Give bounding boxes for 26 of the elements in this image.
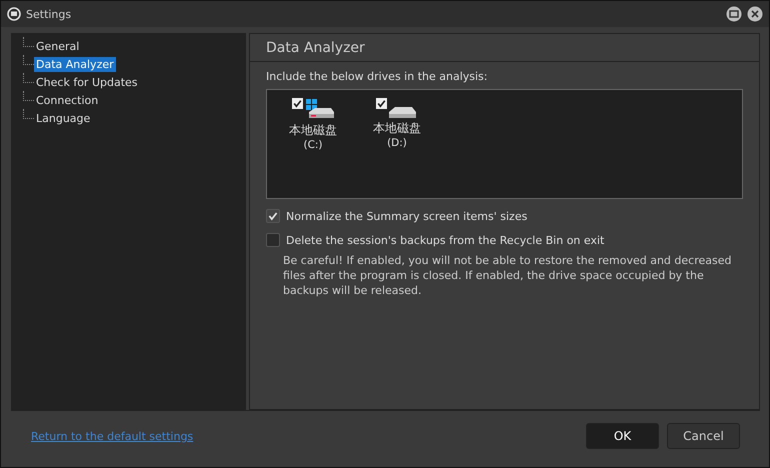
option-label[interactable]: Delete the session's backups from the Recycle Bin on exit (286, 234, 604, 246)
drives-label: Include the below drives in the analysis: (266, 70, 488, 83)
close-button[interactable] (747, 6, 763, 22)
cancel-button[interactable]: Cancel (667, 423, 740, 449)
option-checkbox[interactable] (266, 233, 280, 247)
app-icon (7, 7, 21, 21)
sidebar-item[interactable]: General (34, 38, 82, 54)
option-label[interactable]: Normalize the Summary screen items' sizes (286, 210, 528, 222)
drive-checkbox[interactable] (292, 98, 302, 109)
warning-text: Be careful! If enabled, you will not be able to restore the removed and decreased files after the program is closed. If enabled, the drive space occupied by the backups will be released. (283, 253, 732, 298)
sidebar-item[interactable]: Data Analyzer (34, 56, 116, 72)
sidebar-item[interactable]: Language (34, 110, 92, 126)
drive-name: 本地磁盘 (289, 122, 337, 139)
system-drive-icon (304, 98, 334, 120)
ok-button[interactable]: OK (586, 423, 659, 449)
window-title: Settings (26, 8, 72, 20)
panel-title: Data Analyzer (250, 34, 759, 62)
maximize-button[interactable] (726, 6, 742, 22)
sidebar-item[interactable]: Check for Updates (34, 74, 140, 90)
drive-icon (389, 107, 416, 118)
drive-checkbox[interactable] (376, 98, 387, 109)
sidebar-item[interactable]: Connection (34, 92, 100, 108)
drive-name: 本地磁盘 (373, 120, 421, 137)
option-checkbox[interactable] (266, 209, 280, 223)
drive-letter: (D:) (387, 137, 407, 149)
drive-letter: (C:) (303, 139, 323, 151)
